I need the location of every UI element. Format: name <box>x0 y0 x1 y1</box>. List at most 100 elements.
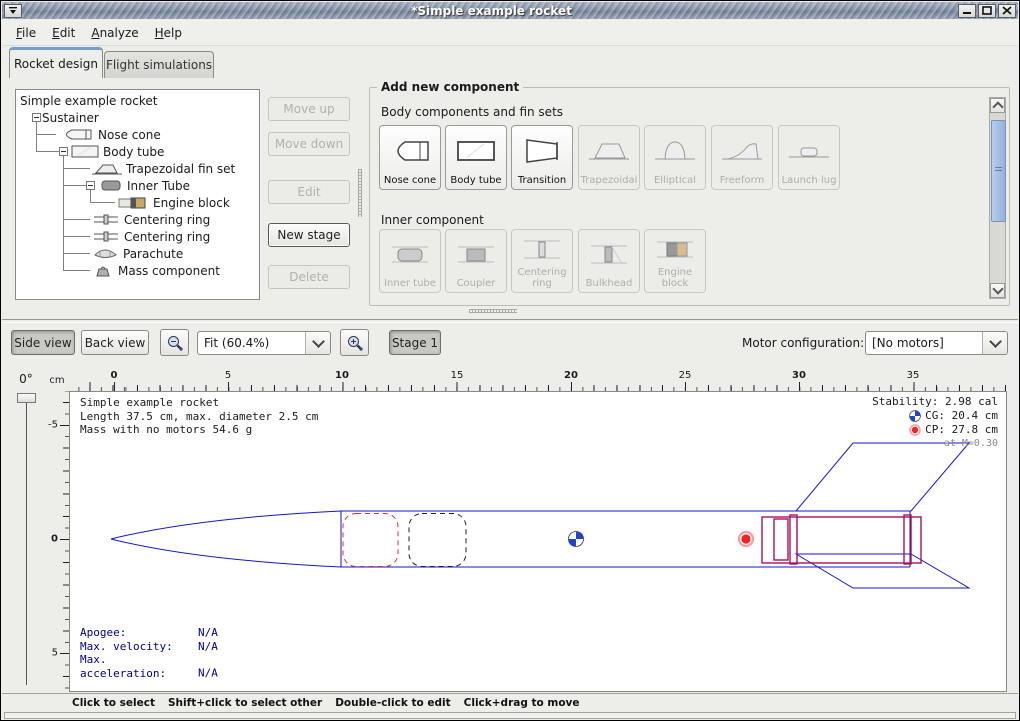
zoom-in-button[interactable] <box>340 329 369 356</box>
body-tube-icon <box>71 144 99 159</box>
component-tree[interactable]: Simple example rocket Sustainer Nose con… <box>15 89 260 300</box>
inner-tube-icon <box>99 179 123 192</box>
new-stage-button[interactable]: New stage <box>268 223 350 247</box>
menu-help[interactable]: Help <box>147 23 190 43</box>
motor-configuration-combobox[interactable]: [No motors] <box>865 331 1008 355</box>
tab-rocket-design[interactable]: Rocket design <box>9 47 103 78</box>
expander-icon[interactable] <box>86 181 95 190</box>
scrollbar-thumb[interactable] <box>991 120 1006 222</box>
window-menu-button[interactable] <box>4 4 22 18</box>
tree-line <box>63 270 90 271</box>
menu-file[interactable]: File <box>8 23 44 43</box>
body-tube-part-icon <box>454 138 498 164</box>
menu-analyze[interactable]: Analyze <box>83 23 146 43</box>
delete-button[interactable]: Delete <box>268 265 350 289</box>
back-view-button[interactable]: Back view <box>81 330 149 355</box>
tab-flight-simulations[interactable]: Flight simulations <box>104 51 214 78</box>
tree-item-trapezoidal-fin-set[interactable]: Trapezoidal fin set <box>92 160 235 177</box>
tree-item-nose-cone[interactable]: Nose cone <box>60 126 161 143</box>
component-panel-scrollbar[interactable] <box>989 97 1006 299</box>
application-window: *Simple example rocket File Edit Analyze… <box>0 0 1020 721</box>
centering-ring-icon <box>92 213 120 226</box>
rocket-design-canvas[interactable]: Simple example rocket Length 37.5 cm, ma… <box>69 391 1007 692</box>
expander-icon[interactable] <box>32 113 41 122</box>
tree-item-centering-ring-1[interactable]: Centering ring <box>92 211 210 228</box>
nose-cone-icon <box>60 128 94 141</box>
component-button-bulkhead[interactable]: Bulkhead <box>578 229 640 293</box>
body-tube-outline[interactable] <box>341 511 910 567</box>
tree-line <box>63 219 90 220</box>
component-button-launch-lug[interactable]: Launch lug <box>778 125 840 190</box>
chevron-up-icon <box>992 101 1003 112</box>
side-view-button[interactable]: Side view <box>11 330 75 355</box>
inner-tube-outline[interactable] <box>762 517 921 563</box>
zoom-out-button[interactable] <box>160 329 189 356</box>
scroll-up-button[interactable] <box>990 98 1005 113</box>
fin-set-icon <box>92 162 122 176</box>
maximize-button[interactable] <box>978 4 996 18</box>
component-button-coupler[interactable]: Coupler <box>445 229 507 293</box>
inner-tube-part-icon <box>388 242 432 266</box>
stability-value: Stability: 2.98 cal <box>872 395 998 409</box>
component-button-engine-block[interactable]: Engine block <box>644 229 706 293</box>
engine-block-icon <box>117 196 149 209</box>
tree-item-mass-component[interactable]: Mass component <box>92 262 220 279</box>
fin-upper-outline[interactable] <box>796 443 969 511</box>
tree-line <box>63 236 90 237</box>
fin-lower-outline[interactable] <box>796 554 969 588</box>
nose-cone-outline[interactable] <box>111 511 341 567</box>
tree-item-body-tube[interactable]: Body tube <box>59 143 164 160</box>
hint-shift-click: Shift+click to select other <box>168 697 322 709</box>
cg-legend-icon <box>909 410 921 422</box>
magnifier-plus-icon <box>346 334 364 352</box>
expander-icon[interactable] <box>59 147 68 156</box>
tree-item-parachute[interactable]: Parachute <box>92 245 183 262</box>
edit-button[interactable]: Edit <box>268 180 350 204</box>
minimize-icon <box>962 6 972 15</box>
tree-line <box>36 134 56 135</box>
chevron-down-icon <box>992 283 1003 294</box>
rotation-slider-thumb[interactable] <box>17 393 36 403</box>
move-down-button[interactable]: Move down <box>268 132 350 156</box>
component-button-nose-cone[interactable]: Nose cone <box>379 125 441 190</box>
component-button-inner-tube[interactable]: Inner tube <box>379 229 441 293</box>
component-button-freeform-fin[interactable]: Freeform <box>711 125 773 190</box>
move-up-button[interactable]: Move up <box>268 97 350 121</box>
chevron-down-icon <box>989 335 1002 348</box>
parachute-outline[interactable] <box>343 514 398 567</box>
menu-edit[interactable]: Edit <box>44 23 83 43</box>
motor-dropdown-button[interactable] <box>982 332 1007 354</box>
cp-marker <box>739 532 753 546</box>
centering-ring-icon <box>92 230 120 243</box>
rotation-slider-track[interactable] <box>26 399 27 685</box>
minimize-button[interactable] <box>958 4 976 18</box>
tree-item-sustainer[interactable]: Sustainer <box>32 109 99 126</box>
horizontal-splitter-handle[interactable] <box>469 309 517 313</box>
close-button[interactable] <box>998 4 1016 18</box>
mach-note: at M=0.30 <box>872 437 998 451</box>
tree-item-engine-block[interactable]: Engine block <box>117 194 230 211</box>
max-velocity-value: N/A <box>198 640 218 653</box>
hint-bar: Click to select Shift+click to select ot… <box>2 693 1018 712</box>
hint-drag: Click+drag to move <box>464 697 580 709</box>
trapezoidal-fin-icon <box>587 138 631 164</box>
engine-block-outline[interactable] <box>774 519 788 560</box>
component-button-body-tube[interactable]: Body tube <box>445 125 507 190</box>
zoom-level-combobox[interactable]: Fit (60.4%) <box>197 331 331 355</box>
scroll-down-button[interactable] <box>990 283 1005 298</box>
pane-divider <box>2 319 1018 323</box>
centering-ring-fore-outline[interactable] <box>790 515 797 564</box>
component-button-trapezoidal-fin[interactable]: Trapezoidal <box>578 125 640 190</box>
stage-1-toggle[interactable]: Stage 1 <box>389 330 441 355</box>
zoom-dropdown-button[interactable] <box>305 332 330 354</box>
tree-item-inner-tube[interactable]: Inner Tube <box>86 177 190 194</box>
tree-item-rocket[interactable]: Simple example rocket <box>20 92 157 109</box>
component-button-elliptical-fin[interactable]: Elliptical <box>644 125 706 190</box>
component-button-transition[interactable]: Transition <box>511 125 573 190</box>
vertical-splitter-handle[interactable] <box>358 169 362 217</box>
component-button-centering-ring[interactable]: Centering ring <box>511 229 573 293</box>
inner-component-header: Inner component <box>381 213 484 227</box>
tree-item-centering-ring-2[interactable]: Centering ring <box>92 228 210 245</box>
stability-info: Stability: 2.98 cal CG: 20.4 cm CP: 27.8… <box>872 395 998 451</box>
mass-component-outline[interactable] <box>409 514 466 567</box>
